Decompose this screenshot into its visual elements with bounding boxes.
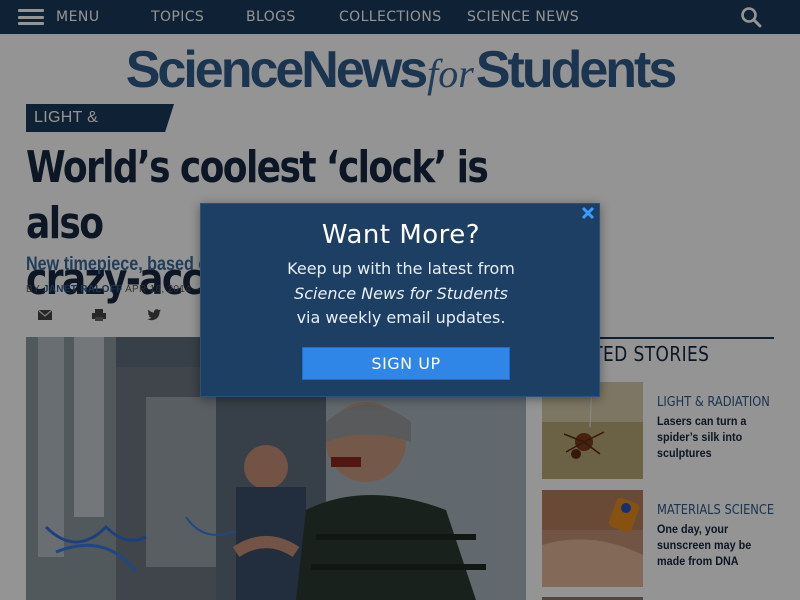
close-icon[interactable] <box>581 206 595 220</box>
newsletter-modal: Want More? Keep up with the latest from … <box>200 203 600 397</box>
modal-text-line-2: Science News for Students <box>294 284 508 303</box>
modal-text-line-3: via weekly email updates. <box>296 308 506 327</box>
modal-title: Want More? <box>321 220 481 250</box>
sign-up-button[interactable]: SIGN UP <box>302 347 510 380</box>
modal-text-line-1: Keep up with the latest from <box>287 259 515 278</box>
